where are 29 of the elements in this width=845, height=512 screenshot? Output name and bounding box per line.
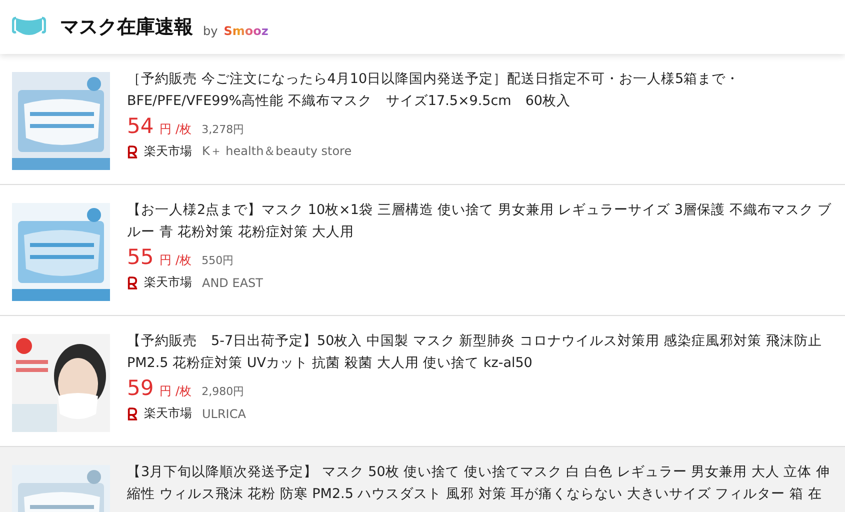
product-row[interactable]: 【予約販売 5-7日出荷予定】50枚入 中国製 マスク 新型肺炎 コロナウイルス対策用 感染症風邪対策 飛沫防止 PM2.5 花粉症対策 UVカット 抗菌 殺菌 大人用 使い捨て kz-al50 59 円 /枚 2,980円 楽天市場 ULRICA: [0, 316, 845, 447]
market-name: 楽天市場: [144, 143, 192, 160]
total-price: 3,278円: [202, 122, 244, 137]
product-row[interactable]: 【お一人様2点まで】マスク 10枚×1袋 三層構造 使い捨て 男女兼用 レギュラーサイズ 3層保護 不織布マスク ブルー 青 花粉対策 花粉症対策 大人用 55 円 /枚 550円 楽天市場 AND EAST: [0, 185, 845, 316]
rakuten-icon: [127, 276, 138, 290]
unit-label: 円 /枚: [160, 252, 192, 269]
app-title: マスク在庫速報: [60, 15, 193, 40]
unit-label: 円 /枚: [160, 383, 192, 400]
market-name: 楽天市場: [144, 405, 192, 422]
total-price: 2,980円: [202, 384, 244, 399]
market-name: 楽天市場: [144, 274, 192, 291]
unit-price: 59: [127, 376, 154, 400]
product-title[interactable]: ［予約販売 今ご注文になったら4月10日以降国内発送予定］配送日指定不可・お一人様5箱まで・BFE/PFE/VFE99%高性能 不織布マスク サイズ17.5×9.5cm 60枚入: [127, 68, 833, 112]
product-title[interactable]: 【3月下旬以降順次発送予定】 マスク 50枚 使い捨て 使い捨てマスク 白 白色 レギュラー 男女兼用 大人 立体 伸縮性 ウィルス飛沫 花粉 防寒 PM2.5 ハウスダスト 風邪 対策 耳が痛くならない 大きいサイズ フィルター 箱 在: [127, 461, 833, 505]
rakuten-icon: [127, 144, 138, 158]
unit-label: 円 /枚: [160, 121, 192, 138]
total-price: 550円: [202, 253, 234, 268]
brand-logo: Smooz: [224, 24, 268, 38]
product-title[interactable]: 【お一人様2点まで】マスク 10枚×1袋 三層構造 使い捨て 男女兼用 レギュラーサイズ 3層保護 不織布マスク ブルー 青 花粉対策 花粉症対策 大人用: [127, 199, 833, 243]
store-name: ULRICA: [202, 406, 246, 420]
store-name: K＋ health＆beauty store: [202, 143, 352, 160]
unit-price: 54: [127, 114, 154, 138]
product-title[interactable]: 【予約販売 5-7日出荷予定】50枚入 中国製 マスク 新型肺炎 コロナウイルス対策用 感染症風邪対策 飛沫防止 PM2.5 花粉症対策 UVカット 抗菌 殺菌 大人用 使い捨て kz-al50: [127, 330, 833, 374]
product-row[interactable]: ［予約販売 今ご注文になったら4月10日以降国内発送予定］配送日指定不可・お一人様5箱まで・BFE/PFE/VFE99%高性能 不織布マスク サイズ17.5×9.5cm 60枚入 54 円 /枚 3,278円 楽天市場 K＋ health＆beauty store: [0, 54, 845, 185]
product-row[interactable]: 【3月下旬以降順次発送予定】 マスク 50枚 使い捨て 使い捨てマスク 白 白色 レギュラー 男女兼用 大人 立体 伸縮性 ウィルス飛沫 花粉 防寒 PM2.5 ハウスダスト 風邪 対策 耳が痛くならない 大きいサイズ フィルター 箱 在: [0, 447, 845, 512]
store-name: AND EAST: [202, 276, 263, 290]
by-label: by: [203, 24, 218, 38]
unit-price: 55: [127, 245, 154, 269]
rakuten-icon: [127, 406, 138, 420]
